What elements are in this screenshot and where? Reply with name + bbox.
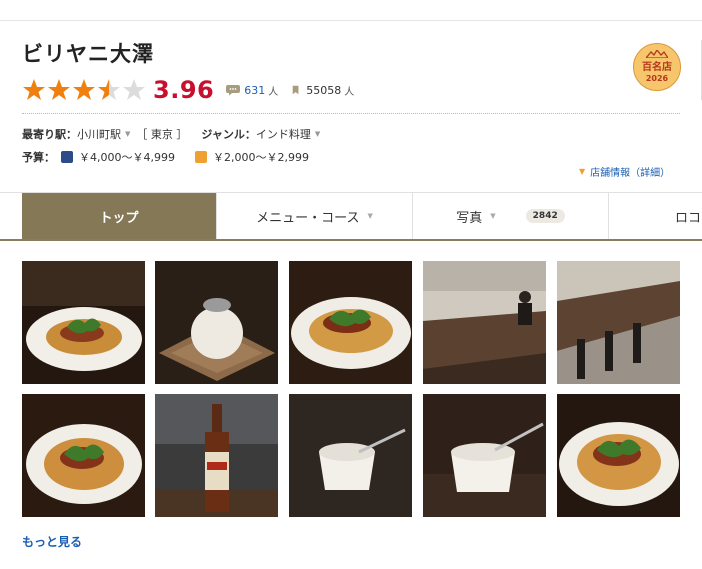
tab-top-label: トップ xyxy=(99,210,139,226)
reviews-count[interactable]: 631 xyxy=(244,84,265,97)
restaurant-name: ビリヤニ大澤 xyxy=(22,42,154,66)
dinner-budget: ￥4,000～￥4,999 xyxy=(79,151,175,164)
top-divider xyxy=(0,20,702,21)
tab-menu-course[interactable]: メニュー・コース ▼ xyxy=(217,193,412,239)
photo-counter-bar[interactable] xyxy=(557,261,680,384)
saved-unit: 人 xyxy=(344,86,355,98)
hyakumeiten-badge[interactable]: 百名店 2026 xyxy=(633,43,681,91)
budget-label: 予算： xyxy=(22,151,55,164)
bookmark-icon xyxy=(292,85,299,95)
tab-photos[interactable]: 写真 ▼ 2842 xyxy=(413,193,608,239)
store-details-link[interactable]: ▼ 店舗情報（詳細） xyxy=(579,164,670,179)
tab-bar: トップ メニュー・コース ▼ 写真 ▼ 2842 ロコ xyxy=(0,192,702,241)
rating-score: 3.96 xyxy=(153,76,215,104)
tab-menu-label: メニュー・コース xyxy=(256,210,360,226)
moon-icon xyxy=(61,151,73,163)
station-link[interactable]: 小川町駅 xyxy=(77,126,121,142)
station-genre-row: 最寄り駅： 小川町駅 ▼ ［ 東京 ］ ジャンル： インド料理 ▼ xyxy=(22,126,326,142)
tab-reviews[interactable]: ロコ xyxy=(609,193,702,239)
area-link[interactable]: ［ 東京 ］ xyxy=(136,126,187,142)
info-divider xyxy=(22,113,680,114)
photo-biryani-plate-3[interactable] xyxy=(22,394,145,517)
badge-year: 2026 xyxy=(645,74,669,83)
tab-top[interactable]: トップ xyxy=(22,193,216,239)
saved-count: 55058 xyxy=(306,83,342,97)
star-icon xyxy=(98,79,120,100)
budget-row: 予算： ￥4,000～￥4,999 ￥2,000～￥2,999 xyxy=(22,149,309,165)
reviews-unit: 人 xyxy=(268,86,279,98)
photo-biryani-plate-4[interactable] xyxy=(557,394,680,517)
chevron-down-icon[interactable]: ▼ xyxy=(315,130,320,138)
chevron-down-icon[interactable]: ▼ xyxy=(125,130,130,138)
station-label: 最寄り駅： xyxy=(22,128,77,141)
star-icon xyxy=(73,79,95,100)
store-details-label: 店舗情報（詳細） xyxy=(590,168,671,179)
chevron-down-icon: ▼ xyxy=(367,212,373,220)
rating-stars xyxy=(22,78,147,102)
triangle-down-icon: ▼ xyxy=(579,167,586,176)
star-icon xyxy=(23,79,45,100)
photo-count-badge: 2842 xyxy=(525,209,565,223)
photo-biryani-plate-1[interactable] xyxy=(22,261,145,384)
comment-icon xyxy=(226,85,241,96)
star-icon xyxy=(48,79,70,100)
photo-raita-cup-1[interactable] xyxy=(289,394,412,517)
tab-photos-label: 写真 xyxy=(456,210,483,226)
photo-raita-ball[interactable] xyxy=(155,261,278,384)
photo-biryani-plate-2[interactable] xyxy=(289,261,412,384)
mountain-icon xyxy=(646,50,668,58)
genre-label: ジャンル： xyxy=(201,128,256,141)
photo-counter-with-chef[interactable] xyxy=(423,261,546,384)
more-photos-link[interactable]: もっと見る xyxy=(22,533,82,550)
badge-name: 百名店 xyxy=(642,62,672,73)
sun-icon xyxy=(194,151,207,163)
lunch-budget: ￥2,000～￥2,999 xyxy=(212,151,309,164)
genre-link[interactable]: インド料理 xyxy=(256,126,311,142)
star-icon xyxy=(123,79,145,100)
photo-ginger-beer-bottle[interactable] xyxy=(155,394,278,517)
photo-raita-cup-2[interactable] xyxy=(423,394,546,517)
tab-reviews-label: ロコ xyxy=(675,210,702,226)
rating-row: 3.96 631 人 55058 人 xyxy=(22,76,354,104)
chevron-down-icon: ▼ xyxy=(490,212,496,220)
